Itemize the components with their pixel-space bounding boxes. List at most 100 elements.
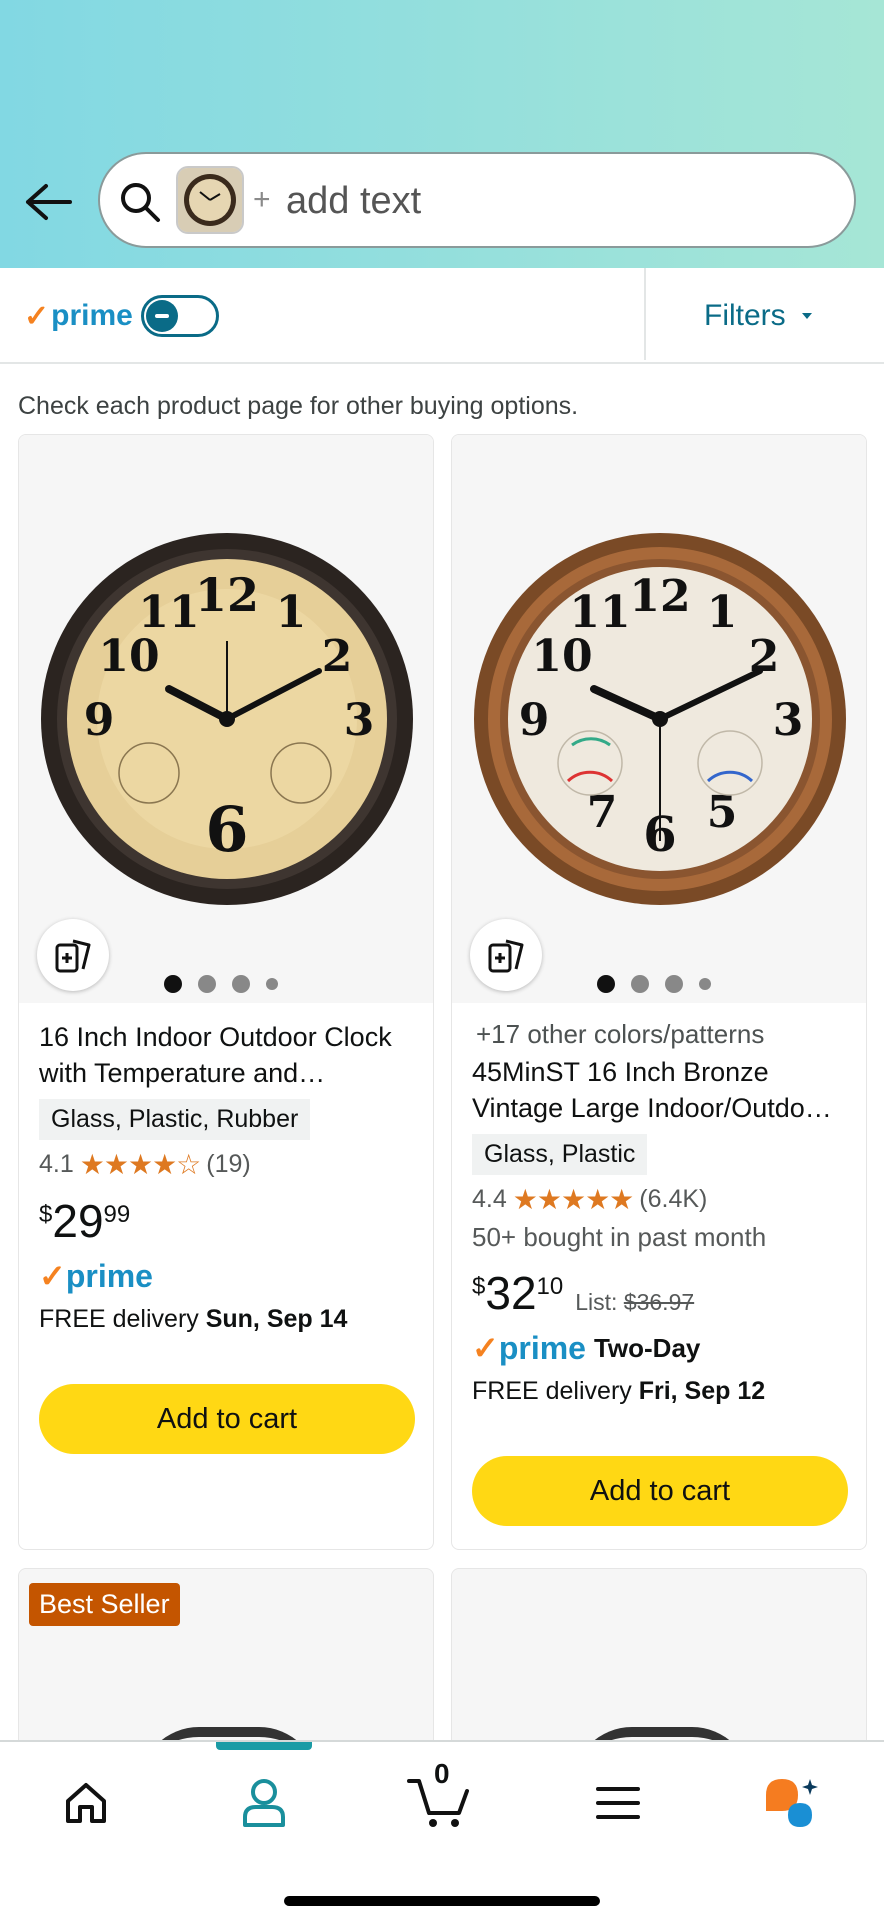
rating-row[interactable]: 4.4 ★★★★★ (6.4K) <box>472 1183 852 1216</box>
chevron-down-icon <box>801 313 812 319</box>
person-icon <box>243 1779 285 1827</box>
rating-value: 4.4 <box>472 1185 507 1213</box>
review-count: (19) <box>206 1150 251 1178</box>
carousel-dot[interactable] <box>631 975 649 993</box>
delivery-info: FREE delivery Sun, Sep 14 <box>39 1305 419 1334</box>
color-variants-link[interactable]: +17 other colors/patterns <box>476 1019 852 1050</box>
filter-divider <box>644 268 646 360</box>
product-card[interactable]: 12 6 3 9 11 1 10 2 16 Inch Indoor Outdoo… <box>18 434 434 1550</box>
delivery-prefix: FREE delivery <box>472 1377 639 1405</box>
compare-button[interactable] <box>37 919 109 991</box>
price-whole: 29 <box>52 1195 104 1247</box>
product-title[interactable]: 45MinST 16 Inch Bronze Vintage Large Ind… <box>472 1054 852 1126</box>
bought-count: 50+ bought in past month <box>472 1222 767 1252</box>
svg-text:10: 10 <box>98 631 159 682</box>
nav-cart[interactable]: 0 <box>404 1758 474 1838</box>
delivery-date: Sun, Sep 14 <box>205 1305 348 1333</box>
search-bar[interactable]: + <box>98 152 856 248</box>
prime-logo: ✓ prime <box>24 299 133 334</box>
carousel-dot[interactable] <box>597 975 615 993</box>
add-text-plus-icon: + <box>253 183 271 216</box>
nav-rufus[interactable] <box>757 1768 827 1838</box>
price-whole: 32 <box>485 1267 537 1319</box>
carousel-dot[interactable] <box>198 975 216 993</box>
carousel-dot[interactable] <box>665 975 683 993</box>
svg-text:2: 2 <box>322 631 353 682</box>
svg-text:10: 10 <box>531 631 592 682</box>
material-chip: Glass, Plastic <box>472 1134 648 1175</box>
rating-value: 4.1 <box>39 1150 74 1178</box>
compare-button[interactable] <box>470 919 542 991</box>
bottom-navigation: 0 <box>0 1740 884 1920</box>
filters-label: Filters <box>704 299 786 332</box>
prime-check-icon: ✓ <box>39 1258 66 1294</box>
svg-text:9: 9 <box>519 695 550 746</box>
price: $ 32 10 List: $36.97 <box>472 1267 852 1319</box>
image-carousel-dots[interactable] <box>164 975 278 993</box>
buying-options-notice: Check each product page for other buying… <box>18 392 579 420</box>
price-symbol: $ <box>472 1273 486 1300</box>
price-fraction: 10 <box>536 1273 564 1300</box>
carousel-dot[interactable] <box>699 978 711 990</box>
active-tab-indicator <box>216 1742 312 1750</box>
rating-row[interactable]: 4.1 ★★★★☆ (19) <box>39 1148 419 1181</box>
product-card[interactable]: Best Seller <box>18 1568 434 1748</box>
svg-text:9: 9 <box>84 695 115 746</box>
carousel-dot[interactable] <box>266 978 278 990</box>
filters-button[interactable]: Filters <box>704 292 814 340</box>
prime-badge: ✓ prime <box>39 1257 419 1295</box>
prime-label: prime <box>51 299 133 332</box>
prime-label: prime <box>65 1257 153 1294</box>
back-arrow-icon[interactable] <box>24 180 74 224</box>
image-carousel-dots[interactable] <box>597 975 711 993</box>
search-icon[interactable] <box>118 180 162 224</box>
svg-text:3: 3 <box>344 695 375 746</box>
list-label: List: <box>575 1289 624 1315</box>
product-image[interactable]: 12 6 3 9 11 1 10 2 <box>19 435 433 1003</box>
list-price: $36.97 <box>623 1289 695 1315</box>
price-symbol: $ <box>39 1201 53 1228</box>
rufus-assistant-icon <box>766 1779 818 1827</box>
add-to-cart-button[interactable]: Add to cart <box>39 1384 415 1454</box>
price: $ 29 99 <box>39 1195 419 1247</box>
svg-text:12: 12 <box>195 568 259 622</box>
hamburger-menu-icon <box>596 1787 640 1819</box>
prime-check-icon: ✓ <box>472 1330 499 1366</box>
svg-text:12: 12 <box>629 571 690 622</box>
prime-check-icon: ✓ <box>24 299 50 333</box>
nav-account[interactable] <box>229 1768 299 1838</box>
star-rating-icon: ★★★★★ <box>512 1184 635 1215</box>
carousel-dot[interactable] <box>232 975 250 993</box>
add-to-cart-button[interactable]: Add to cart <box>472 1456 848 1526</box>
product-details: 16 Inch Indoor Outdoor Clock with Temper… <box>39 1019 419 1454</box>
nav-home[interactable] <box>51 1768 121 1838</box>
product-card[interactable] <box>451 1568 867 1748</box>
cart-count: 0 <box>434 1758 450 1789</box>
product-image[interactable]: 12 6 3 9 11 1 10 2 7 5 <box>452 435 866 1003</box>
prime-label: prime <box>498 1329 586 1366</box>
toggle-knob <box>145 300 178 332</box>
image-search-thumbnail[interactable] <box>176 166 244 234</box>
filter-bar: ✓ prime Filters <box>0 268 884 364</box>
delivery-prefix: FREE delivery <box>39 1305 206 1333</box>
home-icon <box>66 1783 106 1823</box>
delivery-info: FREE delivery Fri, Sep 12 <box>472 1377 852 1406</box>
home-indicator <box>284 1896 600 1906</box>
clock-image: 12 6 3 9 11 1 10 2 7 5 <box>474 533 846 905</box>
product-card[interactable]: 12 6 3 9 11 1 10 2 7 5 +17 other colors/… <box>451 434 867 1550</box>
svg-text:1: 1 <box>707 587 738 638</box>
product-details: +17 other colors/patterns 45MinST 16 Inc… <box>472 1019 852 1526</box>
product-title[interactable]: 16 Inch Indoor Outdoor Clock with Temper… <box>39 1019 419 1091</box>
material-chip: Glass, Plastic, Rubber <box>39 1099 311 1140</box>
search-input[interactable] <box>286 172 806 230</box>
price-fraction: 99 <box>103 1201 131 1228</box>
prime-filter[interactable]: ✓ prime <box>24 288 219 344</box>
list-price-label: List: $36.97 <box>575 1289 694 1316</box>
nav-menu[interactable] <box>583 1768 653 1838</box>
svg-text:6: 6 <box>205 793 248 866</box>
prime-toggle[interactable] <box>140 295 219 337</box>
carousel-dot[interactable] <box>164 975 182 993</box>
star-rating-icon: ★★★★☆ <box>79 1149 202 1180</box>
shipping-speed: Two-Day <box>593 1332 701 1363</box>
delivery-date: Fri, Sep 12 <box>638 1377 766 1405</box>
